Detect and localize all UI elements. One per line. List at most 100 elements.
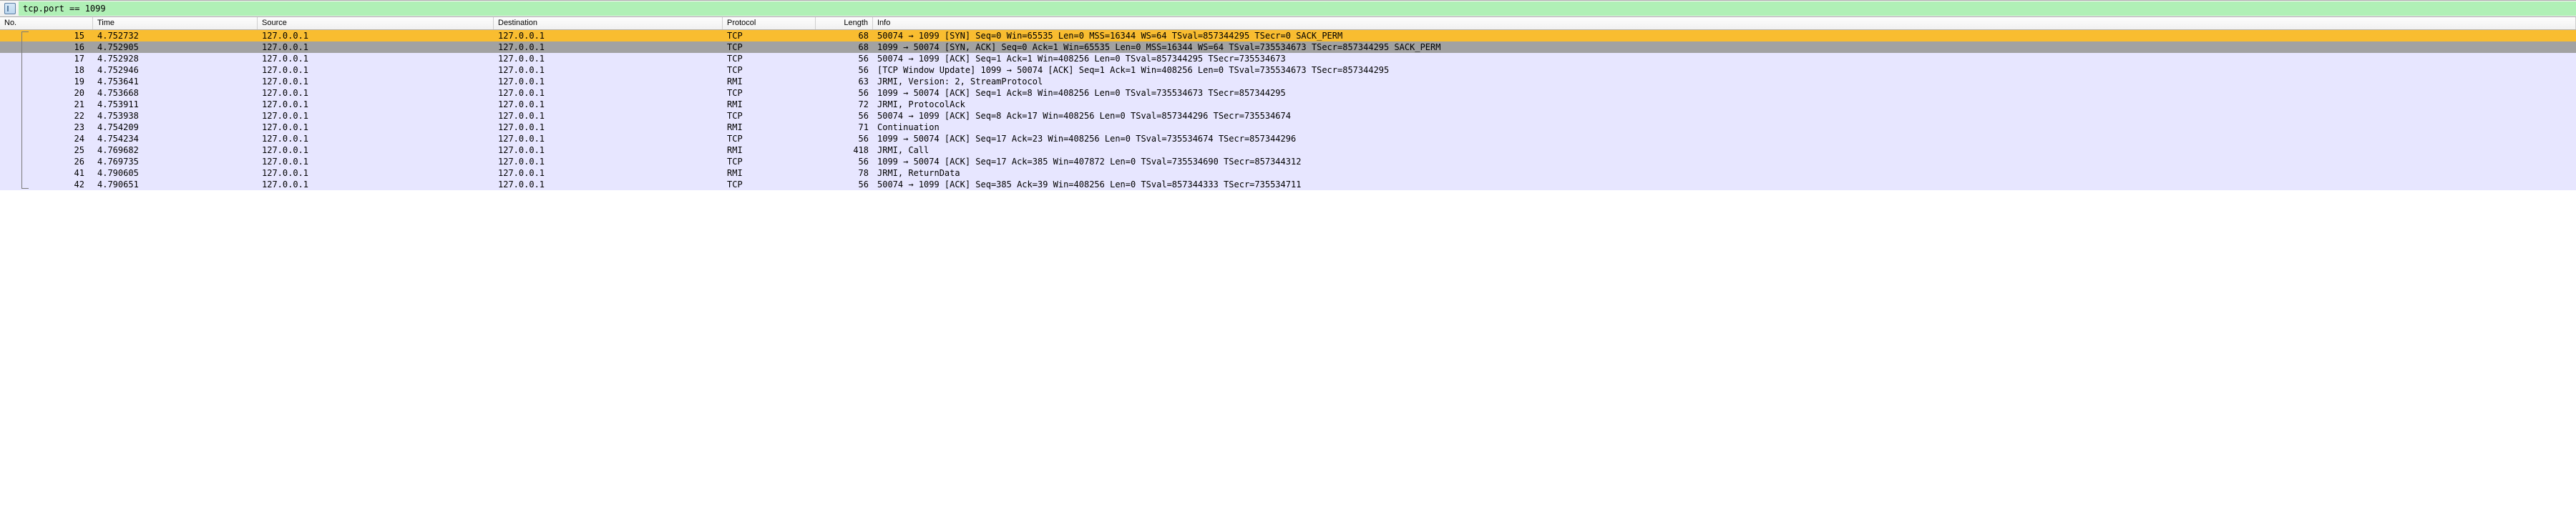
cell-src: 127.0.0.1	[258, 167, 494, 179]
table-row[interactable]: 154.752732127.0.0.1127.0.0.1TCP6850074 →…	[0, 30, 2576, 41]
cell-src: 127.0.0.1	[258, 179, 494, 190]
cell-src: 127.0.0.1	[258, 156, 494, 167]
cell-time: 4.753938	[93, 110, 258, 122]
cell-src: 127.0.0.1	[258, 99, 494, 110]
cell-len: 56	[816, 179, 873, 190]
table-row[interactable]: 244.754234127.0.0.1127.0.0.1TCP561099 → …	[0, 133, 2576, 144]
column-header-no[interactable]: No.	[0, 17, 93, 29]
cell-src: 127.0.0.1	[258, 144, 494, 156]
table-row[interactable]: 184.752946127.0.0.1127.0.0.1TCP56[TCP Wi…	[0, 64, 2576, 76]
cell-proto: TCP	[723, 30, 816, 41]
table-row[interactable]: 174.752928127.0.0.1127.0.0.1TCP5650074 →…	[0, 53, 2576, 64]
table-row[interactable]: 414.790605127.0.0.1127.0.0.1RMI78JRMI, R…	[0, 167, 2576, 179]
cell-time: 4.753668	[93, 87, 258, 99]
cell-proto: TCP	[723, 53, 816, 64]
cell-dst: 127.0.0.1	[494, 30, 723, 41]
cell-info: [TCP Window Update] 1099 → 50074 [ACK] S…	[873, 64, 2576, 76]
cell-time: 4.752732	[93, 30, 258, 41]
table-row[interactable]: 164.752905127.0.0.1127.0.0.1TCP681099 → …	[0, 41, 2576, 53]
cell-info: 50074 → 1099 [SYN] Seq=0 Win=65535 Len=0…	[873, 30, 2576, 41]
column-header-length[interactable]: Length	[816, 17, 873, 29]
bookmark-icon[interactable]	[4, 3, 16, 14]
cell-dst: 127.0.0.1	[494, 133, 723, 144]
cell-info: JRMI, Call	[873, 144, 2576, 156]
cell-no: 17	[0, 53, 93, 64]
cell-dst: 127.0.0.1	[494, 144, 723, 156]
cell-info: JRMI, Version: 2, StreamProtocol	[873, 76, 2576, 87]
table-row[interactable]: 224.753938127.0.0.1127.0.0.1TCP5650074 →…	[0, 110, 2576, 122]
table-row[interactable]: 194.753641127.0.0.1127.0.0.1RMI63JRMI, V…	[0, 76, 2576, 87]
table-row[interactable]: 214.753911127.0.0.1127.0.0.1RMI72JRMI, P…	[0, 99, 2576, 110]
cell-len: 418	[816, 144, 873, 156]
column-header-protocol[interactable]: Protocol	[723, 17, 816, 29]
cell-info: JRMI, ReturnData	[873, 167, 2576, 179]
cell-proto: TCP	[723, 64, 816, 76]
cell-dst: 127.0.0.1	[494, 41, 723, 53]
cell-dst: 127.0.0.1	[494, 99, 723, 110]
display-filter-bar	[0, 0, 2576, 17]
column-header-destination[interactable]: Destination	[494, 17, 723, 29]
cell-time: 4.752946	[93, 64, 258, 76]
cell-len: 71	[816, 122, 873, 133]
cell-src: 127.0.0.1	[258, 41, 494, 53]
cell-proto: TCP	[723, 41, 816, 53]
cell-no: 20	[0, 87, 93, 99]
cell-src: 127.0.0.1	[258, 30, 494, 41]
cell-src: 127.0.0.1	[258, 110, 494, 122]
cell-len: 56	[816, 53, 873, 64]
cell-info: 50074 → 1099 [ACK] Seq=8 Ack=17 Win=4082…	[873, 110, 2576, 122]
cell-no: 23	[0, 122, 93, 133]
display-filter-input[interactable]	[19, 1, 2576, 16]
cell-len: 56	[816, 156, 873, 167]
cell-dst: 127.0.0.1	[494, 122, 723, 133]
cell-no: 16	[0, 41, 93, 53]
cell-proto: TCP	[723, 110, 816, 122]
table-row[interactable]: 254.769682127.0.0.1127.0.0.1RMI418JRMI, …	[0, 144, 2576, 156]
cell-no: 21	[0, 99, 93, 110]
packet-list-header: No. Time Source Destination Protocol Len…	[0, 17, 2576, 30]
cell-no: 41	[0, 167, 93, 179]
cell-info: 1099 → 50074 [ACK] Seq=1 Ack=8 Win=40825…	[873, 87, 2576, 99]
cell-src: 127.0.0.1	[258, 64, 494, 76]
cell-dst: 127.0.0.1	[494, 53, 723, 64]
column-header-info[interactable]: Info	[873, 17, 2576, 29]
cell-time: 4.769735	[93, 156, 258, 167]
cell-info: 1099 → 50074 [ACK] Seq=17 Ack=385 Win=40…	[873, 156, 2576, 167]
table-row[interactable]: 424.790651127.0.0.1127.0.0.1TCP5650074 →…	[0, 179, 2576, 190]
cell-src: 127.0.0.1	[258, 76, 494, 87]
cell-no: 26	[0, 156, 93, 167]
cell-dst: 127.0.0.1	[494, 156, 723, 167]
cell-len: 68	[816, 41, 873, 53]
cell-len: 56	[816, 133, 873, 144]
cell-len: 56	[816, 110, 873, 122]
cell-len: 56	[816, 87, 873, 99]
cell-no: 22	[0, 110, 93, 122]
cell-proto: TCP	[723, 87, 816, 99]
cell-proto: TCP	[723, 156, 816, 167]
cell-time: 4.753911	[93, 99, 258, 110]
cell-dst: 127.0.0.1	[494, 110, 723, 122]
cell-no: 24	[0, 133, 93, 144]
cell-info: 1099 → 50074 [SYN, ACK] Seq=0 Ack=1 Win=…	[873, 41, 2576, 53]
cell-no: 15	[0, 30, 93, 41]
cell-no: 19	[0, 76, 93, 87]
cell-len: 63	[816, 76, 873, 87]
cell-proto: RMI	[723, 76, 816, 87]
column-header-source[interactable]: Source	[258, 17, 494, 29]
cell-len: 68	[816, 30, 873, 41]
cell-info: JRMI, ProtocolAck	[873, 99, 2576, 110]
cell-dst: 127.0.0.1	[494, 179, 723, 190]
cell-no: 25	[0, 144, 93, 156]
cell-time: 4.754234	[93, 133, 258, 144]
column-header-time[interactable]: Time	[93, 17, 258, 29]
table-row[interactable]: 264.769735127.0.0.1127.0.0.1TCP561099 → …	[0, 156, 2576, 167]
cell-info: 50074 → 1099 [ACK] Seq=385 Ack=39 Win=40…	[873, 179, 2576, 190]
packet-list[interactable]: 154.752732127.0.0.1127.0.0.1TCP6850074 →…	[0, 30, 2576, 190]
table-row[interactable]: 234.754209127.0.0.1127.0.0.1RMI71Continu…	[0, 122, 2576, 133]
cell-no: 18	[0, 64, 93, 76]
cell-dst: 127.0.0.1	[494, 64, 723, 76]
cell-info: 1099 → 50074 [ACK] Seq=17 Ack=23 Win=408…	[873, 133, 2576, 144]
table-row[interactable]: 204.753668127.0.0.1127.0.0.1TCP561099 → …	[0, 87, 2576, 99]
cell-src: 127.0.0.1	[258, 87, 494, 99]
cell-proto: TCP	[723, 179, 816, 190]
